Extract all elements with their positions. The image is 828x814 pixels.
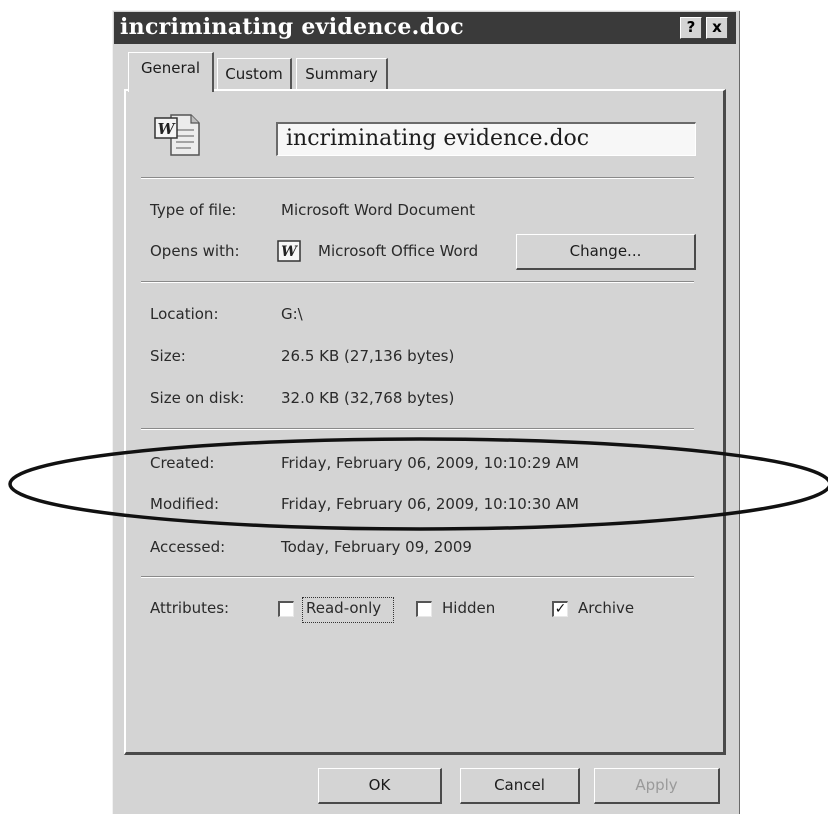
highlight-ellipse <box>8 437 828 531</box>
tab-general[interactable]: General <box>128 52 214 92</box>
